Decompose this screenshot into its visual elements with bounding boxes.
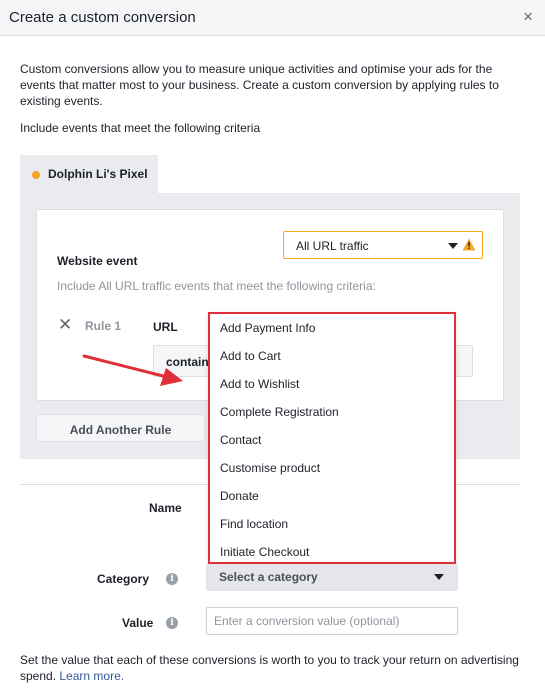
include-criteria-text: Include All URL traffic events that meet… <box>57 279 376 293</box>
website-event-value: All URL traffic <box>296 239 369 253</box>
category-value: Select a category <box>219 570 318 584</box>
dropdown-option[interactable]: Add to Wishlist <box>220 377 299 391</box>
intro-description: Custom conversions allow you to measure … <box>20 62 499 108</box>
chevron-down-icon <box>448 243 458 249</box>
pixel-tab[interactable]: Dolphin Li's Pixel <box>20 155 158 193</box>
dropdown-option[interactable]: Complete Registration <box>220 405 339 419</box>
website-event-select[interactable]: All URL traffic <box>283 231 483 259</box>
pixel-status-dot <box>32 171 40 179</box>
dialog-header: Create a custom conversion × <box>0 0 545 36</box>
dialog-title: Create a custom conversion <box>9 9 196 26</box>
url-label: URL <box>153 320 178 334</box>
value-label: Value <box>122 616 154 630</box>
close-icon[interactable]: × <box>523 8 533 26</box>
dropdown-option[interactable]: Initiate Checkout <box>220 545 309 559</box>
dropdown-option[interactable]: Add to Cart <box>220 349 281 363</box>
dropdown-option[interactable]: Customise product <box>220 461 320 475</box>
dropdown-option[interactable]: Add Payment Info <box>220 321 315 335</box>
name-label: Name <box>149 501 182 515</box>
footer-text: Set the value that each of these convers… <box>20 652 530 684</box>
category-select[interactable]: Select a category <box>206 564 458 591</box>
info-icon[interactable]: i <box>166 617 178 629</box>
rule-label: Rule 1 <box>85 319 122 333</box>
add-another-rule-button[interactable]: Add Another Rule <box>36 414 205 442</box>
pixel-name: Dolphin Li's Pixel <box>48 167 148 181</box>
learn-more-link[interactable]: Learn more. <box>59 669 124 683</box>
dropdown-option[interactable]: Contact <box>220 433 261 447</box>
info-icon[interactable]: i <box>166 573 178 585</box>
chevron-down-icon <box>434 574 444 580</box>
dropdown-option[interactable]: Find location <box>220 517 288 531</box>
remove-rule-icon[interactable]: ✕ <box>58 316 72 333</box>
criteria-text: Include events that meet the following c… <box>20 121 261 135</box>
warning-icon <box>462 238 476 251</box>
dropdown-option[interactable]: Donate <box>220 489 259 503</box>
add-another-rule-label: Add Another Rule <box>69 423 172 437</box>
conversion-value-input[interactable] <box>206 607 458 635</box>
website-event-label: Website event <box>57 254 138 268</box>
category-label: Category <box>97 572 150 586</box>
event-dropdown-list: Add Payment Info Add to Cart Add to Wish… <box>208 312 456 564</box>
